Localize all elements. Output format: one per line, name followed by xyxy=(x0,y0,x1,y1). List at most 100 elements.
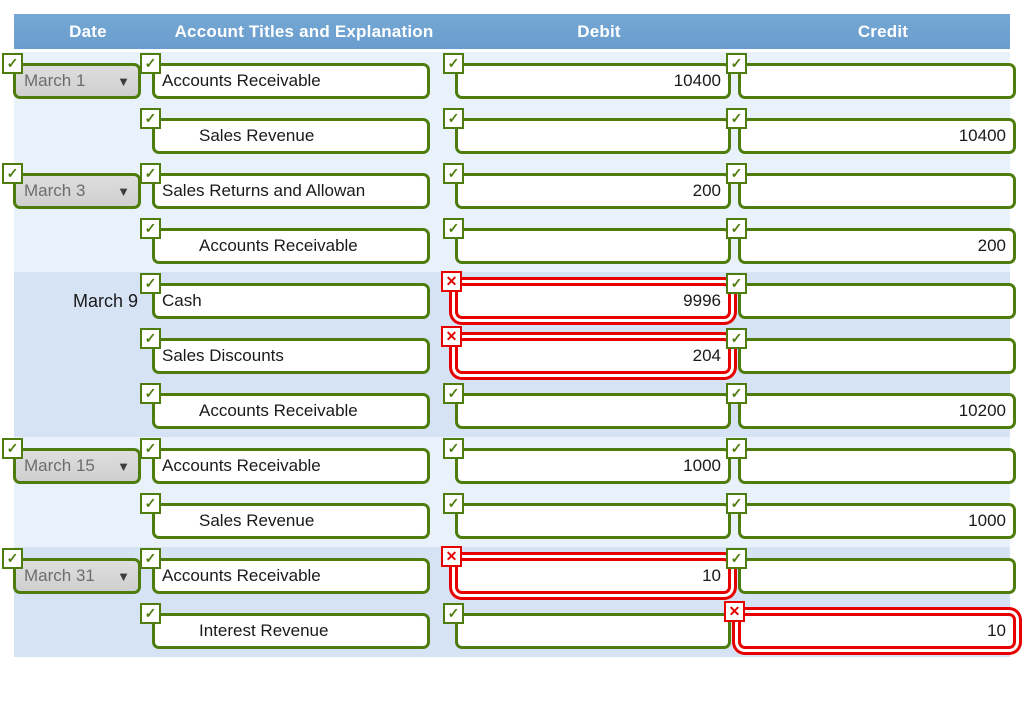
check-icon xyxy=(726,548,747,569)
cell-debit xyxy=(440,437,736,492)
debit-input-field xyxy=(443,603,731,649)
check-icon xyxy=(140,438,161,459)
date-select[interactable]: March 31 ▼ xyxy=(13,558,141,594)
cell-debit xyxy=(440,382,736,437)
debit-input-field xyxy=(443,53,731,99)
chevron-down-icon: ▼ xyxy=(117,184,130,199)
check-icon xyxy=(726,493,747,514)
account-title-input-field xyxy=(140,383,430,429)
credit-input[interactable] xyxy=(738,63,1016,99)
debit-input-field xyxy=(443,108,731,154)
check-icon xyxy=(140,163,161,184)
credit-input[interactable] xyxy=(738,338,1016,374)
date-select-field: March 15 ▼ xyxy=(2,438,141,484)
account-title-input[interactable] xyxy=(152,283,430,319)
date-select[interactable]: March 15 ▼ xyxy=(13,448,141,484)
table-row: March 15 ▼ xyxy=(0,437,1024,492)
debit-input[interactable] xyxy=(455,448,731,484)
cell-credit xyxy=(724,492,1016,547)
account-title-input[interactable] xyxy=(152,503,430,539)
cell-debit xyxy=(440,492,736,547)
debit-input[interactable] xyxy=(455,63,731,99)
check-icon xyxy=(2,163,23,184)
cell-account xyxy=(140,107,440,162)
debit-input[interactable] xyxy=(455,173,731,209)
debit-input[interactable] xyxy=(455,393,731,429)
credit-input[interactable] xyxy=(738,173,1016,209)
cell-credit xyxy=(724,601,1016,657)
check-icon xyxy=(2,548,23,569)
column-header-account: Account Titles and Explanation xyxy=(174,22,434,41)
cell-account xyxy=(140,327,440,382)
debit-input[interactable] xyxy=(455,283,731,319)
credit-input[interactable] xyxy=(738,558,1016,594)
credit-input-field xyxy=(726,108,1016,154)
column-header-debit: Debit xyxy=(577,22,621,41)
credit-input[interactable] xyxy=(738,283,1016,319)
account-title-input-field xyxy=(140,108,430,154)
debit-input[interactable] xyxy=(455,558,731,594)
check-icon xyxy=(726,328,747,349)
credit-input-field xyxy=(724,601,1016,649)
cell-date xyxy=(0,382,148,437)
credit-input-field xyxy=(726,273,1016,319)
check-icon xyxy=(726,383,747,404)
table-row xyxy=(0,326,1024,382)
cell-date xyxy=(0,217,148,272)
credit-input[interactable] xyxy=(738,228,1016,264)
date-select[interactable]: March 3 ▼ xyxy=(13,173,141,209)
date-select-value: March 15 xyxy=(24,456,95,475)
account-title-input[interactable] xyxy=(152,448,430,484)
account-title-input[interactable] xyxy=(152,173,430,209)
credit-input[interactable] xyxy=(738,448,1016,484)
debit-input[interactable] xyxy=(455,118,731,154)
credit-input[interactable] xyxy=(738,503,1016,539)
debit-input[interactable] xyxy=(455,228,731,264)
account-title-input-field xyxy=(140,218,430,264)
debit-input[interactable] xyxy=(455,338,731,374)
account-title-input-field xyxy=(140,603,430,649)
date-select[interactable]: March 1 ▼ xyxy=(13,63,141,99)
table-row: March 3 ▼ xyxy=(0,162,1024,217)
account-title-input[interactable] xyxy=(152,338,430,374)
cell-date xyxy=(0,492,148,547)
account-title-input[interactable] xyxy=(152,118,430,154)
account-title-input[interactable] xyxy=(152,228,430,264)
journal-entry-table: Date Account Titles and Explanation Debi… xyxy=(0,0,1024,706)
debit-input[interactable] xyxy=(455,613,731,649)
credit-input[interactable] xyxy=(738,118,1016,154)
account-title-input[interactable] xyxy=(152,393,430,429)
check-icon xyxy=(140,273,161,294)
credit-input-field xyxy=(726,53,1016,99)
cell-debit xyxy=(440,162,736,217)
date-select-field: March 1 ▼ xyxy=(2,53,141,99)
column-header-date: Date xyxy=(69,22,107,41)
account-title-input[interactable] xyxy=(152,558,430,594)
check-icon xyxy=(443,603,464,624)
cell-date xyxy=(0,107,148,162)
cell-date: March 1 ▼ xyxy=(0,52,148,107)
cell-account xyxy=(140,162,440,217)
credit-input[interactable] xyxy=(738,393,1016,429)
account-title-input[interactable] xyxy=(152,63,430,99)
cell-account xyxy=(140,492,440,547)
cell-credit xyxy=(724,382,1016,437)
debit-input[interactable] xyxy=(455,503,731,539)
debit-input-field xyxy=(441,546,731,594)
credit-input-field xyxy=(726,438,1016,484)
cell-credit xyxy=(724,437,1016,492)
table-row xyxy=(0,217,1024,272)
date-select-field: March 3 ▼ xyxy=(2,163,141,209)
cell-date xyxy=(0,602,148,657)
account-title-input-field xyxy=(140,53,430,99)
cross-icon xyxy=(441,546,462,567)
credit-input[interactable] xyxy=(738,613,1016,649)
debit-input-field xyxy=(441,326,731,374)
account-title-input[interactable] xyxy=(152,613,430,649)
cell-credit xyxy=(724,52,1016,107)
check-icon xyxy=(2,438,23,459)
check-icon xyxy=(140,108,161,129)
cross-icon xyxy=(441,326,462,347)
cell-date: March 31 ▼ xyxy=(0,547,148,602)
account-title-input-field xyxy=(140,273,430,319)
